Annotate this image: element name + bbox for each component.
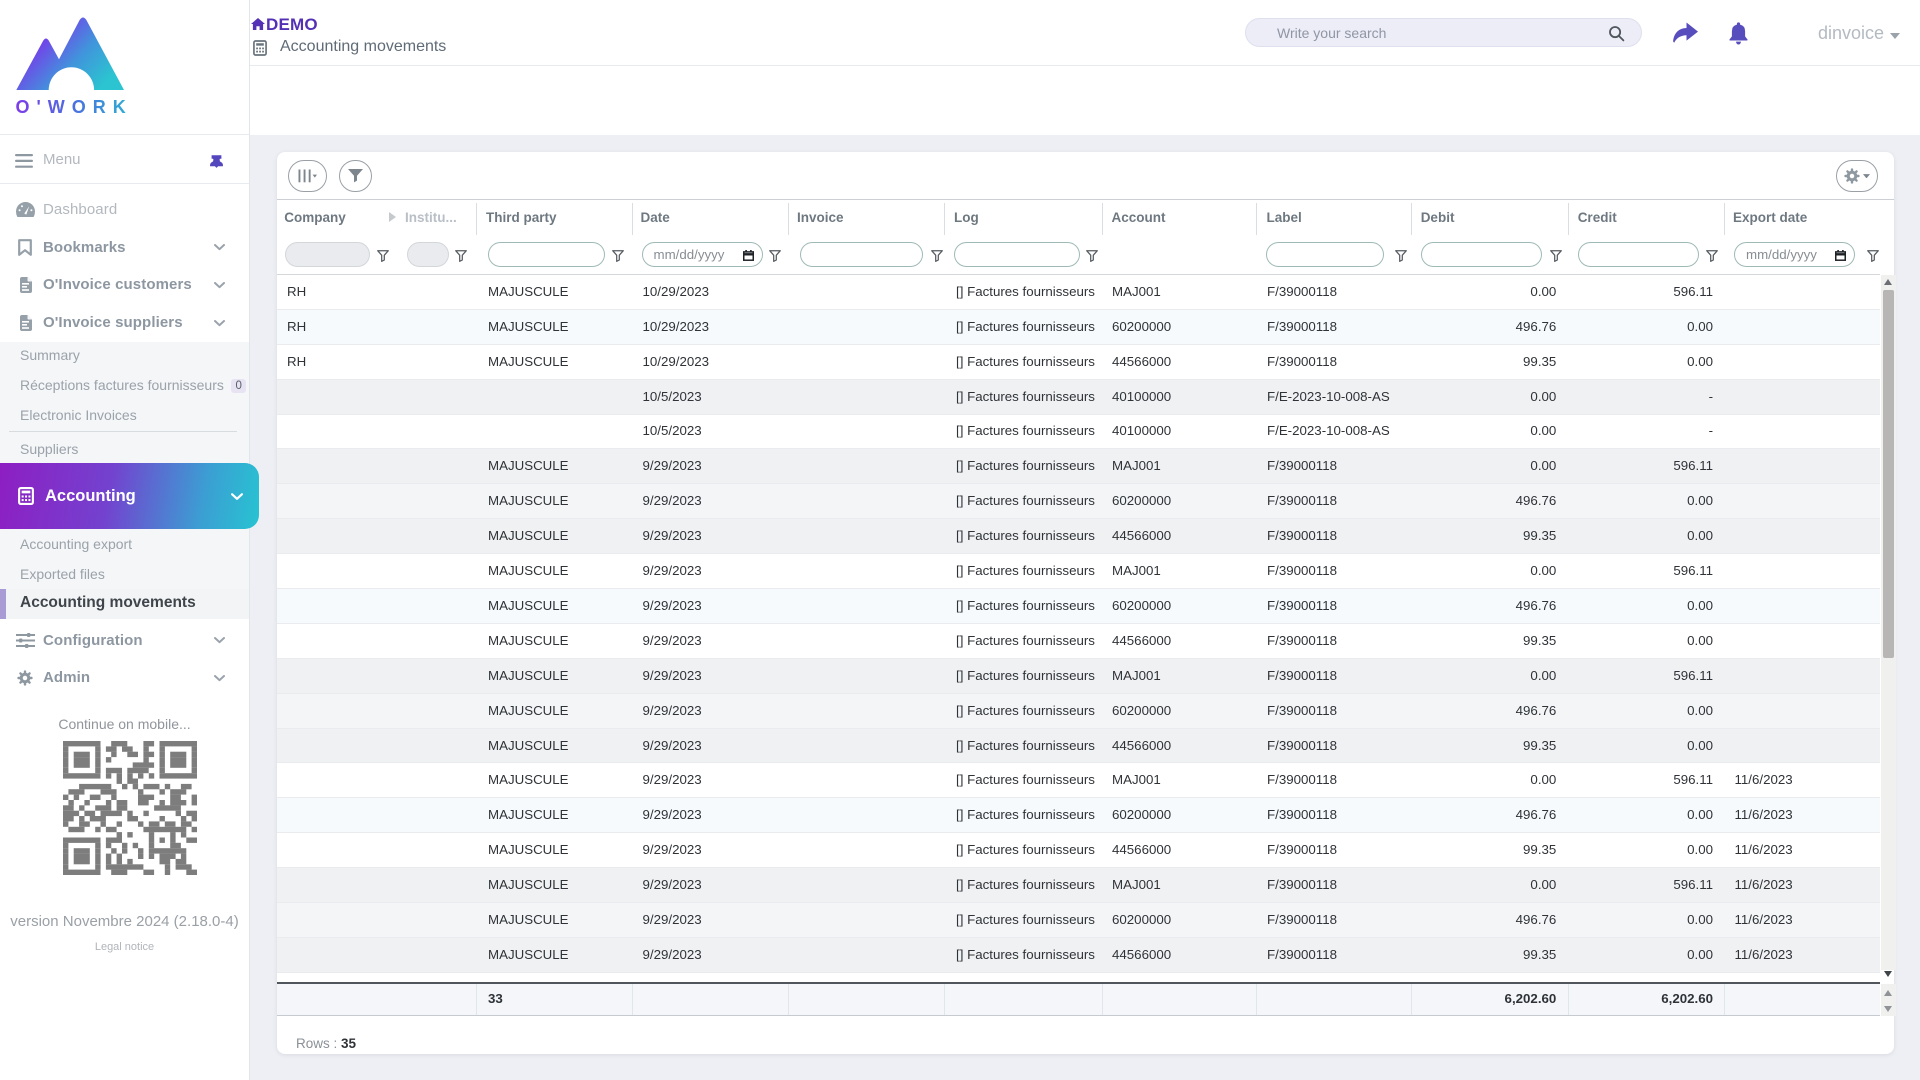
svg-text:O'WORK: O'WORK xyxy=(16,97,133,117)
